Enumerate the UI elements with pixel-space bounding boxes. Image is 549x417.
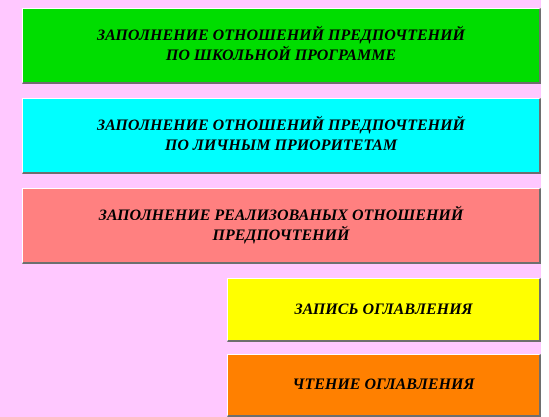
fill-personal-priorities-preferences-button[interactable]: ЗАПОЛНЕНИЕ ОТНОШЕНИЙ ПРЕДПОЧТЕНИЙ ПО ЛИЧ… [22,98,541,174]
main-panel: ЗАПОЛНЕНИЕ ОТНОШЕНИЙ ПРЕДПОЧТЕНИЙ ПО ШКО… [0,0,541,417]
button-label-line2: ПО ШКОЛЬНОЙ ПРОГРАММЕ [165,46,397,64]
button-label: ЗАПИСЬ ОГЛАВЛЕНИЯ [294,300,473,318]
write-table-of-contents-button[interactable]: ЗАПИСЬ ОГЛАВЛЕНИЯ [227,278,541,342]
read-table-of-contents-button[interactable]: ЧТЕНИЕ ОГЛАВЛЕНИЯ [227,354,541,417]
button-label: ЧТЕНИЕ ОГЛАВЛЕНИЯ [292,376,475,393]
button-label-line2: ПРЕДПОЧТЕНИЙ [212,226,350,244]
button-label-line1: ЗАПОЛНЕНИЕ ОТНОШЕНИЙ ПРЕДПОЧТЕНИЙ [97,116,465,134]
fill-realized-preferences-button[interactable]: ЗАПОЛНЕНИЕ РЕАЛИЗОВАНЫХ ОТНОШЕНИЙ ПРЕДПО… [22,188,541,264]
button-label: ЗАПОЛНЕНИЕ ОТНОШЕНИЙ ПРЕДПОЧТЕНИЙ ПО ЛИЧ… [97,116,465,156]
button-label: ЗАПОЛНЕНИЕ ОТНОШЕНИЙ ПРЕДПОЧТЕНИЙ ПО ШКО… [97,26,465,66]
button-label-line1: ЗАПОЛНЕНИЕ РЕАЛИЗОВАНЫХ ОТНОШЕНИЙ [98,206,464,224]
button-label-line2: ПО ЛИЧНЫМ ПРИОРИТЕТАМ [164,136,398,154]
button-label-line1: ЗАПОЛНЕНИЕ ОТНОШЕНИЙ ПРЕДПОЧТЕНИЙ [97,26,465,44]
fill-school-program-preferences-button[interactable]: ЗАПОЛНЕНИЕ ОТНОШЕНИЙ ПРЕДПОЧТЕНИЙ ПО ШКО… [22,8,541,84]
button-label: ЗАПОЛНЕНИЕ РЕАЛИЗОВАНЫХ ОТНОШЕНИЙ ПРЕДПО… [99,206,464,246]
